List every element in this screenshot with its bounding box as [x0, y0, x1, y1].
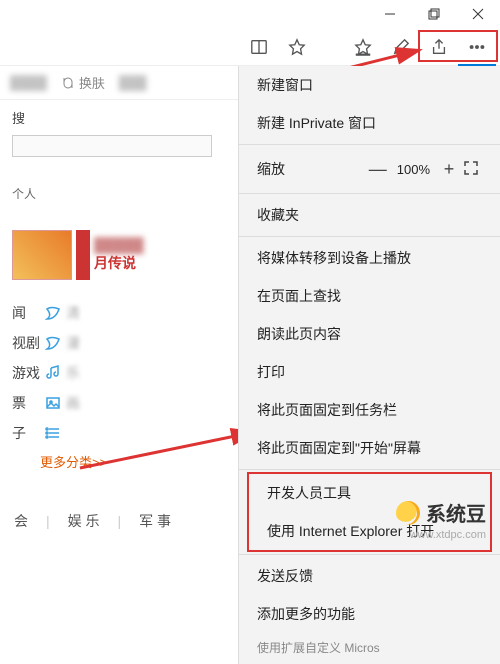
banner-subtitle: 月传说 — [94, 253, 144, 273]
menu-new-inprivate[interactable]: 新建 InPrivate 窗口 — [239, 104, 500, 142]
favorite-star-icon[interactable] — [278, 28, 316, 66]
cat-label: 子 — [12, 423, 40, 443]
search-label: 搜 — [12, 108, 230, 127]
image-icon — [40, 395, 66, 411]
tab-title-blur: ████ — [10, 75, 47, 90]
banner-title-blur: █████ — [94, 237, 144, 253]
close-button[interactable] — [456, 0, 500, 28]
list-item[interactable]: 票 画 — [12, 388, 230, 418]
list-icon — [40, 425, 66, 441]
menu-feedback[interactable]: 发送反馈 — [239, 557, 500, 595]
music-icon — [40, 365, 66, 381]
watermark-logo: 系统豆 — [396, 498, 486, 527]
search-input[interactable] — [12, 135, 212, 157]
menu-print[interactable]: 打印 — [239, 353, 500, 391]
cat-label: 游戏 — [12, 363, 40, 383]
fullscreen-icon[interactable] — [460, 159, 482, 180]
cat-sub: 漫 — [66, 333, 230, 353]
cat-label: 票 — [12, 393, 40, 413]
settings-menu: 新建窗口 新建 InPrivate 窗口 缩放 — 100% + 收藏夹 将媒体… — [238, 66, 500, 664]
menu-find[interactable]: 在页面上查找 — [239, 277, 500, 315]
banner-image — [12, 230, 72, 280]
list-item[interactable]: 子 — [12, 418, 230, 448]
reading-list-icon[interactable] — [240, 28, 278, 66]
logo-text: 系统豆 — [426, 498, 486, 527]
more-icon[interactable] — [458, 28, 496, 66]
menu-new-window[interactable]: 新建窗口 — [239, 66, 500, 104]
category-grid: 闻 清 视剧 漫 游戏 乐 票 画 子 更多分类>> — [12, 298, 230, 471]
zoom-in-button[interactable]: + — [438, 159, 460, 180]
minimize-button[interactable] — [368, 0, 412, 28]
menu-cast[interactable]: 将媒体转移到设备上播放 — [239, 239, 500, 277]
restore-button[interactable] — [412, 0, 456, 28]
menu-favorites[interactable]: 收藏夹 — [239, 196, 500, 234]
favorites-hub-icon[interactable] — [344, 28, 382, 66]
watermark-url: www.xtdpc.com — [410, 529, 486, 541]
menu-footer: 使用扩展自定义 Micros — [239, 633, 500, 656]
bird-icon — [40, 335, 66, 351]
logo-icon — [396, 501, 420, 525]
cat-sub: 清 — [66, 303, 230, 323]
zoom-out-button[interactable]: — — [367, 159, 389, 180]
tab-entertainment[interactable]: 娱 乐 — [68, 511, 100, 531]
banner-stripe — [76, 230, 90, 280]
skin-button[interactable]: 换肤 — [61, 73, 105, 92]
menu-read-aloud[interactable]: 朗读此页内容 — [239, 315, 500, 353]
tab-society[interactable]: 会 — [14, 511, 28, 531]
pen-icon[interactable] — [382, 28, 420, 66]
more-link[interactable]: 更多分类>> — [40, 452, 230, 471]
bottom-tabs: 会 | 娱 乐 | 军 事 — [0, 499, 189, 543]
share-icon[interactable] — [420, 28, 458, 66]
zoom-value: 100% — [397, 162, 430, 177]
promo-banner[interactable]: █████ 月传说 — [12, 230, 230, 280]
list-item[interactable]: 闻 清 — [12, 298, 230, 328]
list-item[interactable]: 游戏 乐 — [12, 358, 230, 388]
cat-label: 视剧 — [12, 333, 40, 353]
list-item[interactable]: 视剧 漫 — [12, 328, 230, 358]
cat-sub: 画 — [66, 393, 230, 413]
hint-text: 个人 — [12, 185, 230, 202]
tab-military[interactable]: 军 事 — [139, 511, 171, 531]
menu-extensions[interactable]: 添加更多的功能 — [239, 595, 500, 633]
menu-pin-taskbar[interactable]: 将此页面固定到任务栏 — [239, 391, 500, 429]
skin-label: 换肤 — [79, 73, 105, 92]
bird-icon — [40, 305, 66, 321]
menu-pin-start[interactable]: 将此页面固定到"开始"屏幕 — [239, 429, 500, 467]
cat-label: 闻 — [12, 303, 40, 323]
tab-blur: ███ — [119, 75, 179, 90]
cat-sub: 乐 — [66, 363, 230, 383]
menu-zoom-label: 缩放 — [257, 159, 367, 179]
